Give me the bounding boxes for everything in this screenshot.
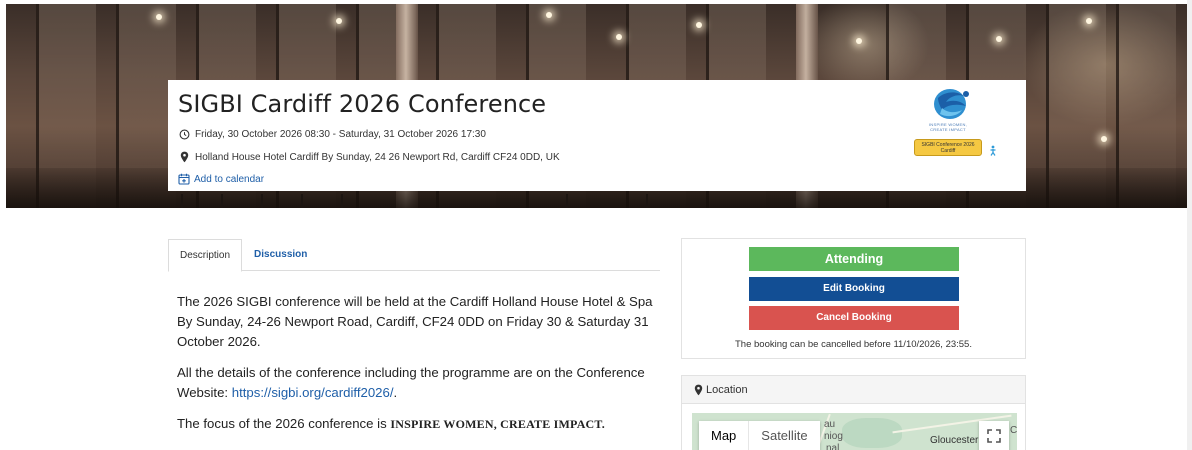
map-marker-icon (178, 151, 190, 163)
edit-booking-button[interactable]: Edit Booking (749, 277, 959, 301)
event-header-card: SIGBI Cardiff 2026 Conference Friday, 30… (168, 80, 1026, 191)
accessibility-icon[interactable] (988, 144, 998, 156)
event-venue: Holland House Hotel Cardiff By Sunday, 2… (178, 150, 1016, 164)
map-fullscreen-button[interactable] (979, 421, 1009, 450)
description-text: . (393, 385, 398, 400)
hero-rail (261, 194, 263, 208)
hero-rail (181, 194, 183, 208)
hero-light (856, 38, 862, 44)
map-place-label: nal (826, 443, 840, 450)
fullscreen-icon (987, 429, 1001, 443)
hero-light (546, 12, 552, 18)
location-header: Location (682, 376, 1025, 404)
hero-light (1101, 136, 1107, 142)
conference-theme: INSPIRE WOMEN, CREATE IMPACT. (390, 417, 605, 431)
location-map[interactable]: au niog nal Gloucester C Map Satellite (692, 413, 1017, 450)
hero-rail (646, 194, 648, 208)
hero-light (616, 34, 622, 40)
map-city-label: Gloucester (930, 435, 979, 446)
location-heading: Location (706, 383, 748, 396)
hero-rail (341, 194, 343, 208)
map-type-map-button[interactable]: Map (699, 421, 748, 450)
event-datetime-text: Friday, 30 October 2026 08:30 - Saturday… (195, 128, 486, 140)
event-description: The 2026 SIGBI conference will be held a… (177, 292, 657, 445)
description-paragraph: The 2026 SIGBI conference will be held a… (177, 294, 653, 349)
page-scrollbar[interactable] (1187, 0, 1192, 450)
hero-light (336, 18, 342, 24)
cancellation-deadline-note: The booking can be cancelled before 11/1… (735, 339, 972, 350)
hero-light (1086, 18, 1092, 24)
calendar-plus-icon (178, 173, 190, 185)
clock-icon (178, 128, 190, 140)
add-to-calendar-label: Add to calendar (194, 173, 265, 185)
map-place-label: au (824, 419, 836, 430)
logo-tagline: INSPIRE WOMEN, CREATE IMPACT (928, 122, 968, 132)
map-type-control: Map Satellite (699, 421, 820, 450)
map-type-satellite-button[interactable]: Satellite (748, 421, 819, 450)
location-panel: Location au niog nal Gloucester C Map Sa… (681, 375, 1026, 450)
add-to-calendar-link[interactable]: Add to calendar (178, 173, 1016, 185)
logo-badge: SIGBI Conference 2026 Cardiff (914, 139, 982, 156)
attending-status-button[interactable]: Attending (749, 247, 959, 271)
tab-discussion[interactable]: Discussion (242, 239, 318, 271)
hero-light (696, 22, 702, 28)
page-title: SIGBI Cardiff 2026 Conference (178, 90, 547, 118)
map-marker-icon (694, 384, 703, 396)
hero-light (156, 14, 162, 20)
tab-description[interactable]: Description (168, 239, 243, 272)
conference-website-link[interactable]: https://sigbi.org/cardiff2026/ (232, 385, 394, 400)
description-paragraph: The focus of the 2026 conference is INSP… (177, 414, 657, 434)
description-text: The focus of the 2026 conference is (177, 416, 391, 431)
hero-light (996, 36, 1002, 42)
map-place-label: niog (824, 431, 843, 442)
hero-rail (566, 194, 568, 208)
hero-rail (221, 194, 223, 208)
event-datetime: Friday, 30 October 2026 08:30 - Saturday… (178, 127, 1016, 141)
description-paragraph: All the details of the conference includ… (177, 363, 657, 403)
hero-rail (301, 194, 303, 208)
conference-logo: INSPIRE WOMEN, CREATE IMPACT SIGBI Confe… (912, 84, 990, 156)
globe-logo-icon (934, 89, 969, 119)
booking-panel: Attending Edit Booking Cancel Booking Th… (681, 238, 1026, 359)
cancel-booking-button[interactable]: Cancel Booking (749, 306, 959, 330)
map-place-label: C (1010, 425, 1017, 436)
event-venue-text: Holland House Hotel Cardiff By Sunday, 2… (195, 151, 560, 163)
content-tabs: Description Discussion (168, 239, 660, 272)
